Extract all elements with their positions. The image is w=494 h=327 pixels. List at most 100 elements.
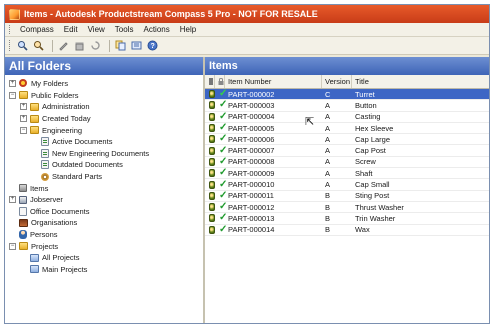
svg-text:?: ? xyxy=(151,43,155,50)
toolbar-separator xyxy=(109,39,110,52)
title-cell: Hex Sleeve xyxy=(355,123,394,133)
delete-icon[interactable] xyxy=(73,39,86,52)
table-row[interactable]: ✓ PART-000011 B Sting Post xyxy=(205,190,489,202)
menu-actions[interactable]: Actions xyxy=(138,25,174,34)
tree-item-engineering[interactable]: − Engineering xyxy=(5,124,203,136)
tree-item-office-documents[interactable]: Office Documents xyxy=(5,206,203,218)
table-row[interactable]: ✓ PART-000008 A Screw xyxy=(205,156,489,169)
tree-item-organisations[interactable]: Organisations xyxy=(5,217,203,229)
tree-item-label: Persons xyxy=(30,230,58,240)
row-check-cell: ✓ xyxy=(215,145,227,155)
copy-icon[interactable] xyxy=(114,39,127,52)
tree-item-public-folders[interactable]: − Public Folders xyxy=(5,90,203,102)
tree-item-label: Active Documents xyxy=(52,137,113,147)
toolbar-separator xyxy=(52,39,53,52)
folder-icon xyxy=(30,126,39,135)
refresh-icon[interactable] xyxy=(89,39,102,52)
row-status-cell xyxy=(205,213,215,223)
properties-icon[interactable] xyxy=(130,39,143,52)
tree-item-label: Standard Parts xyxy=(52,172,103,182)
tree-item-items[interactable]: Items xyxy=(5,182,203,194)
menu-compass[interactable]: Compass xyxy=(15,25,59,34)
row-status-cell xyxy=(205,112,215,122)
doc-icon xyxy=(41,160,49,170)
table-row[interactable]: ✓ PART-000004 A Casting xyxy=(205,111,489,123)
tree-item-my-folders[interactable]: + My Folders xyxy=(5,78,203,90)
grid-header: Item Number Version Title xyxy=(205,75,489,89)
tree-item-label: Outdated Documents xyxy=(52,160,123,170)
collapse-icon[interactable]: − xyxy=(9,91,16,99)
tree-item-label: Office Documents xyxy=(30,206,90,216)
table-row[interactable]: ✓ PART-000003 A Button xyxy=(205,100,489,112)
menu-help[interactable]: Help xyxy=(175,25,201,34)
tree-item-all-projects[interactable]: All Projects xyxy=(5,252,203,264)
title-cell: Wax xyxy=(355,225,370,235)
tree-item-label: Engineering xyxy=(42,125,83,135)
toolbar: ? xyxy=(5,37,489,55)
version-cell: A xyxy=(325,168,331,178)
edit-icon[interactable] xyxy=(57,39,70,52)
row-status-cell xyxy=(205,123,215,133)
row-status-cell xyxy=(205,145,215,155)
search-icon[interactable] xyxy=(16,39,29,52)
column-title[interactable]: Title xyxy=(352,75,462,88)
version-cell: A xyxy=(325,112,331,122)
tree-item-outdated-documents[interactable]: Outdated Documents xyxy=(5,159,203,171)
table-row[interactable]: ✓ PART-000013 B Trin Washer xyxy=(205,213,489,225)
item-number-cell: PART-000009 xyxy=(228,168,275,178)
items-grid: ✓ PART-000002 C Turret ✓ PART-000003 A Button ✓ P… xyxy=(205,89,489,236)
version-cell: C xyxy=(325,89,331,99)
item-number-cell: PART-000014 xyxy=(228,225,275,235)
search-advanced-icon[interactable] xyxy=(32,39,45,52)
help-icon[interactable]: ? xyxy=(146,39,159,52)
tree-item-created-today[interactable]: + Created Today xyxy=(5,113,203,125)
version-cell: A xyxy=(325,123,331,133)
menu-view[interactable]: View xyxy=(83,25,110,34)
tree-item-projects[interactable]: − Projects xyxy=(5,240,203,252)
tree-item-persons[interactable]: Persons xyxy=(5,229,203,241)
star-icon xyxy=(19,79,28,88)
table-row[interactable]: ✓ PART-000005 A Hex Sleeve xyxy=(205,123,489,135)
row-check-cell: ✓ xyxy=(215,202,227,212)
title-cell: Thrust Washer xyxy=(355,202,404,212)
menubar-grip-icon[interactable] xyxy=(9,25,12,34)
toolbar-grip-icon[interactable] xyxy=(9,40,12,51)
column-item-number[interactable]: Item Number xyxy=(225,75,322,88)
collapse-icon[interactable]: − xyxy=(20,126,27,134)
expand-icon[interactable]: + xyxy=(20,115,27,123)
menu-tools[interactable]: Tools xyxy=(110,25,139,34)
tree-item-main-projects[interactable]: Main Projects xyxy=(5,264,203,276)
column-lock-icon[interactable] xyxy=(215,75,225,88)
tree-item-administration[interactable]: + Administration xyxy=(5,101,203,113)
version-cell: B xyxy=(325,191,331,201)
title-cell: Shaft xyxy=(355,168,373,178)
table-row[interactable]: ✓ PART-000007 A Cap Post xyxy=(205,145,489,157)
tree-item-new-engineering-documents[interactable]: New Engineering Documents xyxy=(5,148,203,160)
row-check-cell: ✓ xyxy=(215,123,227,133)
menu-edit[interactable]: Edit xyxy=(59,25,83,34)
office-icon xyxy=(19,206,27,216)
doc-icon xyxy=(41,148,49,158)
title-bar[interactable]: Items - Autodesk Productstream Compass 5… xyxy=(5,5,489,23)
proj-icon xyxy=(30,265,39,274)
table-row[interactable]: ✓ PART-000010 A Cap Small xyxy=(205,179,489,191)
tree-item-standard-parts[interactable]: Standard Parts xyxy=(5,171,203,183)
table-row[interactable]: ✓ PART-000009 A Shaft xyxy=(205,168,489,180)
tree-item-label: Projects xyxy=(31,241,59,251)
tree-item-active-documents[interactable]: Active Documents xyxy=(5,136,203,148)
title-cell: Casting xyxy=(355,112,381,122)
items-pane: Items Item Number Version Title ✓ PART-00… xyxy=(205,57,489,323)
column-version[interactable]: Version xyxy=(322,75,352,88)
tree-item-label: Organisations xyxy=(31,218,78,228)
column-status-icon[interactable] xyxy=(205,75,215,88)
tree-item-jobserver[interactable]: + Jobserver xyxy=(5,194,203,206)
expand-icon[interactable]: + xyxy=(9,80,16,88)
table-row[interactable]: ✓ PART-000006 A Cap Large xyxy=(205,134,489,146)
collapse-icon[interactable]: − xyxy=(9,242,16,250)
table-row[interactable]: ✓ PART-000002 C Turret xyxy=(205,89,489,101)
table-row[interactable]: ✓ PART-000012 B Thrust Washer xyxy=(205,202,489,214)
folder-pane: All Folders + My Folders − Public Folders + A… xyxy=(5,57,205,323)
expand-icon[interactable]: + xyxy=(9,196,16,204)
table-row[interactable]: ✓ PART-000014 B Wax xyxy=(205,224,489,236)
expand-icon[interactable]: + xyxy=(20,103,27,111)
